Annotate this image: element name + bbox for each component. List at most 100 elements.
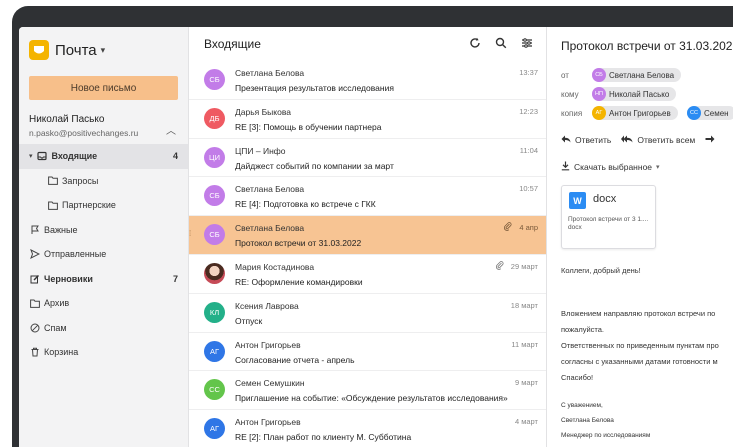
message-time: 18 март: [510, 300, 538, 310]
forward-button[interactable]: [705, 135, 715, 145]
chevron-down-icon: ▾: [100, 44, 106, 55]
folder-icon: [29, 298, 40, 309]
folder-icon: [47, 175, 58, 186]
folder-label: Спам: [44, 322, 67, 333]
search-icon[interactable]: [494, 36, 508, 50]
avatar: АГ: [204, 418, 225, 440]
reply-icon: [561, 135, 571, 145]
message-subject: Протокол встречи от 31.03.2022: [235, 238, 362, 249]
reply-button[interactable]: Ответить: [561, 135, 611, 145]
message-row[interactable]: СБ Светлана Белова Презентация результат…: [189, 61, 546, 100]
from-label: от: [561, 71, 569, 80]
message-signature-line: С уважением,: [561, 402, 603, 409]
message-sender: Антон Григорьев: [235, 339, 301, 350]
download-selected-button[interactable]: Скачать выбранное ▾: [561, 161, 660, 173]
folder-partners[interactable]: Партнерские: [19, 193, 188, 218]
drag-handle-icon[interactable]: ⁞: [189, 229, 191, 238]
app-brand[interactable]: Почта ▾: [19, 33, 188, 67]
folder-archive[interactable]: Архив: [19, 291, 188, 316]
chevron-up-icon[interactable]: ︿: [166, 122, 176, 137]
edit-icon: [29, 273, 40, 284]
reply-all-button[interactable]: Ответить всем: [621, 135, 695, 145]
refresh-icon[interactable]: [468, 36, 482, 50]
message-row-selected[interactable]: ⁞ СБ Светлана Белова Протокол встречи от…: [189, 216, 546, 255]
folder-label: Отправленные: [44, 249, 107, 260]
app-title: Почта: [55, 41, 97, 59]
recipient-chip[interactable]: НП Николай Пасько: [592, 87, 677, 101]
message-row[interactable]: АГ Антон Григорьев Согласование отчета -…: [189, 333, 546, 372]
expand-arrow-icon[interactable]: ▾: [29, 152, 33, 160]
message-row[interactable]: АГ Антон Григорьев RE [2]: План работ по…: [189, 410, 546, 447]
message-signature-line: Светлана Белова: [561, 417, 614, 424]
message-body-line: Коллеги, добрый день!: [561, 266, 641, 275]
message-time: 11:04: [519, 145, 538, 155]
folder-sent[interactable]: Отправленные: [19, 242, 188, 267]
folder-spam[interactable]: Спам: [19, 316, 188, 341]
folder-trash[interactable]: Корзина: [19, 340, 188, 365]
message-sender: Светлана Белова: [235, 223, 305, 234]
message-body-line: Вложением направляю протокол встречи по: [561, 309, 716, 318]
avatar: СБ: [592, 68, 606, 82]
message-time: 13:37: [519, 68, 538, 77]
cc-label: копия: [561, 109, 583, 118]
flag-icon: [29, 224, 40, 235]
mail-logo-icon: [29, 40, 49, 60]
message-signature-line: Менеджер по исследованиям: [561, 432, 651, 439]
message-row[interactable]: СС Семен Семушкин Приглашение на событие…: [189, 371, 546, 411]
folder-count: 4: [172, 151, 178, 162]
avatar: АГ: [204, 340, 225, 362]
avatar: КЛ: [204, 301, 225, 323]
message-time: 4 март: [514, 417, 538, 427]
chevron-down-icon: ▾: [656, 164, 660, 171]
folder-inbox[interactable]: ▾ Входящие 4: [19, 144, 188, 169]
message-sender: Светлана Белова: [235, 184, 305, 195]
folder-label: Запросы: [62, 175, 99, 186]
attachment-type: docx: [593, 193, 617, 205]
reply-all-label: Ответить всем: [637, 135, 696, 145]
download-label: Скачать выбранное: [574, 162, 653, 172]
message-time: 29 март: [510, 261, 538, 271]
message-row[interactable]: ДБ Дарья Быкова RE [3]: Помощь в обучени…: [189, 100, 546, 139]
attachment-card[interactable]: W docx Протокол встречи от 3 1.... docx: [561, 185, 656, 249]
avatar: НП: [592, 87, 606, 101]
message-sender: ЦПИ – Инфо: [235, 145, 286, 156]
recipient-name: Николай Пасько: [609, 89, 670, 99]
trash-icon: [29, 347, 40, 358]
recipient-chip[interactable]: СС Семен: [687, 106, 733, 120]
message-row[interactable]: СБ Светлана Белова RE [4]: Подготовка ко…: [189, 177, 546, 217]
folder-requests[interactable]: Запросы: [19, 169, 188, 194]
paperclip-icon: [495, 261, 504, 272]
paperclip-icon: [503, 222, 512, 233]
compose-button[interactable]: Новое письмо: [29, 76, 178, 100]
message-time: 10:57: [519, 184, 538, 194]
folder-list: ▾ Входящие 4 Запросы Партнерские Важные …: [19, 144, 188, 365]
message-sender: Ксения Лаврова: [235, 300, 299, 311]
folder-label: Корзина: [44, 347, 79, 358]
message-row[interactable]: Мария Костадинова RE: Оформление команди…: [189, 255, 546, 294]
message-title: Протокол встречи от 31.03.2022: [561, 39, 733, 53]
block-icon: [29, 322, 40, 333]
avatar: АГ: [592, 106, 606, 120]
folder-label: Входящие: [51, 151, 98, 162]
folder-drafts[interactable]: Черновики 7: [19, 267, 188, 292]
recipient-chip[interactable]: СБ Светлана Белова: [592, 68, 682, 82]
folder-label: Важные: [44, 224, 78, 235]
folder-important[interactable]: Важные: [19, 218, 188, 243]
message-body-line: Ответственных по приведенным пунктам про: [561, 341, 719, 350]
message-subject: RE [2]: План работ по клиенту М. Субботи…: [235, 432, 412, 443]
avatar: СС: [204, 379, 225, 401]
filter-icon[interactable]: [520, 36, 534, 50]
folder-icon: [47, 200, 58, 211]
message-row[interactable]: ЦИ ЦПИ – Инфо Дайджест событий по компан…: [189, 139, 546, 178]
recipient-name: Семен: [704, 108, 729, 118]
mail-app: Почта ▾ Новое письмо Николай Пасько n.pa…: [19, 27, 733, 447]
inbox-icon: [37, 151, 48, 162]
forward-icon: [705, 135, 715, 145]
message-subject: RE [4]: Подготовка ко встрече с ГКК: [235, 199, 376, 210]
reply-label: Ответить: [575, 135, 612, 145]
message-subject: RE [3]: Помощь в обучении партнера: [235, 121, 382, 132]
word-document-icon: W: [569, 192, 586, 209]
message-row[interactable]: КЛ Ксения Лаврова Отпуск 18 март: [189, 294, 546, 333]
recipient-chip[interactable]: АГ Антон Григорьев: [592, 106, 678, 120]
folder-label: Архив: [44, 298, 70, 309]
